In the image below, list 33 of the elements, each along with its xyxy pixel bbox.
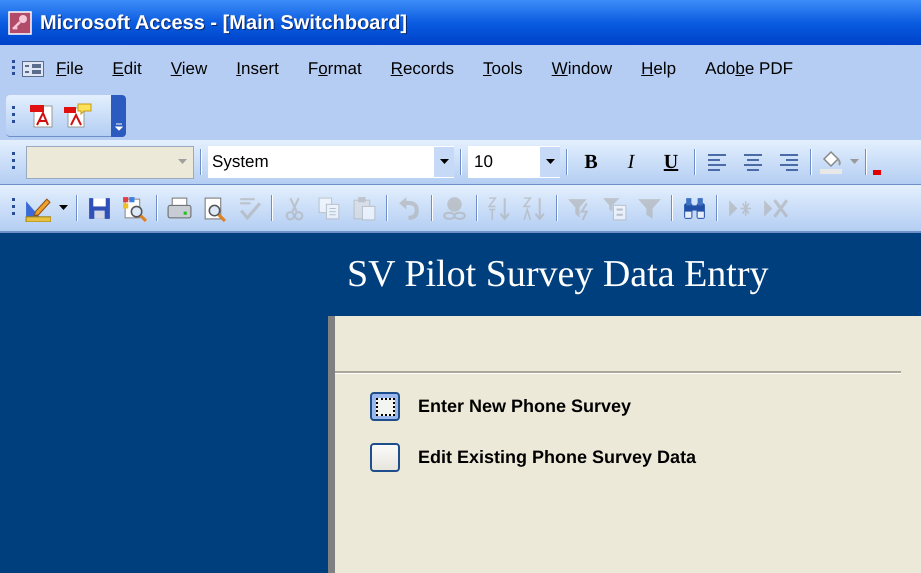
pdf-comment-icon[interactable] xyxy=(64,102,92,128)
menu-item[interactable]: Help xyxy=(641,56,676,82)
caret-icon[interactable] xyxy=(440,159,448,165)
window-title: Microsoft Access - [Main Switchboard] xyxy=(40,10,408,36)
bold-button[interactable]: B xyxy=(574,147,608,177)
menu-item[interactable]: Adobe PDF xyxy=(705,56,794,82)
font-size-dropdown[interactable]: 10 xyxy=(468,146,560,178)
menu-item[interactable]: Tools xyxy=(482,56,523,82)
file-search-icon[interactable] xyxy=(121,194,148,222)
switchboard-heading: SV Pilot Survey Data Entry xyxy=(347,252,769,297)
menu-item[interactable]: View xyxy=(170,56,208,82)
switchboard-label: Enter New Phone Survey xyxy=(418,395,632,418)
switchboard-button[interactable] xyxy=(370,392,400,421)
toolbar-options-button[interactable] xyxy=(111,94,126,136)
fill-color-icon[interactable] xyxy=(818,149,844,175)
chevron-icon xyxy=(114,122,122,130)
caret-icon[interactable] xyxy=(59,205,68,211)
menu-item[interactable]: Insert xyxy=(236,56,279,82)
menu-item[interactable]: Window xyxy=(552,56,612,82)
menu-item[interactable]: Records xyxy=(390,56,454,82)
menu-item[interactable]: Format xyxy=(308,56,362,82)
italic-button[interactable]: I xyxy=(614,147,648,177)
switchboard-button[interactable] xyxy=(370,443,400,472)
switchboard-label: Edit Existing Phone Survey Data xyxy=(418,446,696,469)
form-icon[interactable] xyxy=(22,60,44,76)
menu-item[interactable]: File xyxy=(56,56,84,82)
key-icon xyxy=(8,10,32,34)
caret-icon[interactable] xyxy=(546,159,554,165)
font-color-icon[interactable] xyxy=(873,170,881,175)
font-dropdown[interactable]: System xyxy=(208,146,454,178)
printer-icon[interactable] xyxy=(166,194,193,222)
underline-button[interactable]: U xyxy=(654,147,688,177)
menu-item[interactable]: Edit xyxy=(112,56,142,82)
